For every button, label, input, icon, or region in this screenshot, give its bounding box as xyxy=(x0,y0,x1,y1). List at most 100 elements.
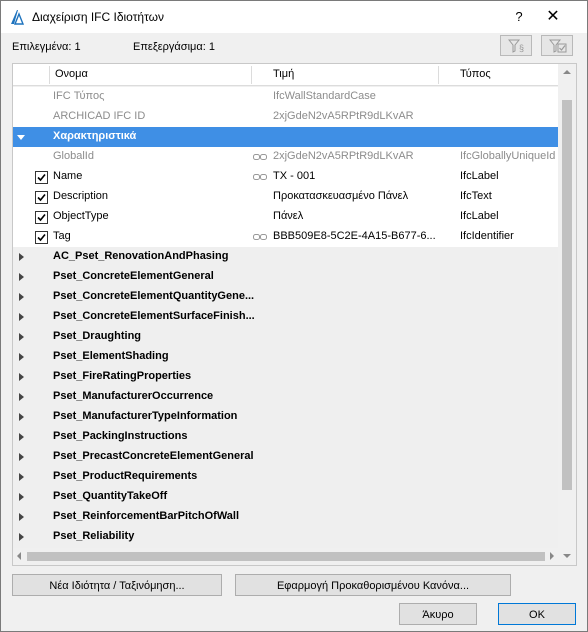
archicad-logo-icon xyxy=(11,10,25,25)
property-group-row[interactable]: Χαρακτηριστικά xyxy=(13,127,558,147)
scroll-left-icon[interactable] xyxy=(17,552,21,560)
expand-arrow-icon[interactable] xyxy=(19,293,24,301)
property-name: ARCHICAD IFC ID xyxy=(53,110,146,122)
vertical-scroll-thumb[interactable] xyxy=(562,100,572,490)
column-separator[interactable] xyxy=(438,66,439,84)
property-value[interactable]: TX - 001 xyxy=(273,170,453,182)
svg-text:§: § xyxy=(519,43,524,53)
collapse-arrow-icon[interactable] xyxy=(17,135,25,140)
expand-arrow-icon[interactable] xyxy=(19,513,24,521)
property-checkbox[interactable] xyxy=(35,191,48,204)
property-group-row[interactable]: Pset_ManufacturerTypeInformation xyxy=(13,407,558,427)
expand-arrow-icon[interactable] xyxy=(19,473,24,481)
property-group-row[interactable]: Pset_FireRatingProperties xyxy=(13,367,558,387)
property-group-row[interactable]: Pset_ManufacturerOccurrence xyxy=(13,387,558,407)
group-label: Pset_ElementShading xyxy=(53,350,169,362)
column-header-value[interactable]: Τιμή xyxy=(273,68,294,80)
property-row[interactable]: Description Προκατασκευασμένο Πάνελ IfcTex… xyxy=(13,187,558,207)
scroll-down-icon[interactable] xyxy=(563,554,571,558)
property-group-row[interactable]: Pset_ConcreteElementQuantityGene... xyxy=(13,287,558,307)
expand-arrow-icon[interactable] xyxy=(19,433,24,441)
property-group-row[interactable]: Pset_ElementShading xyxy=(13,347,558,367)
property-type: IfcLabel xyxy=(460,210,499,222)
property-group-row[interactable]: Pset_QuantityTakeOff xyxy=(13,487,558,507)
property-checkbox[interactable] xyxy=(35,171,48,184)
group-label: Pset_ConcreteElementQuantityGene... xyxy=(53,290,255,302)
expand-arrow-icon[interactable] xyxy=(19,533,24,541)
title-bar: Διαχείριση IFC Ιδιοτήτων ? ✕ xyxy=(1,1,587,33)
property-name: GlobalId xyxy=(53,150,94,162)
property-value[interactable]: Πάνελ xyxy=(273,210,453,222)
expand-arrow-icon[interactable] xyxy=(19,413,24,421)
property-group-row[interactable]: Pset_PackingInstructions xyxy=(13,427,558,447)
property-group-row[interactable]: Pset_ProductRequirements xyxy=(13,467,558,487)
column-header-name[interactable]: Ονομα xyxy=(55,68,88,80)
help-button[interactable]: ? xyxy=(508,7,530,27)
property-group-row[interactable]: Pset_ConcreteElementSurfaceFinish... xyxy=(13,307,558,327)
property-value[interactable]: Προκατασκευασμένο Πάνελ xyxy=(273,190,453,202)
property-row[interactable]: ARCHICAD IFC ID 2xjGdeN2vA5RPtR9dLKvAR xyxy=(13,107,558,127)
filter-settings-icon: § xyxy=(508,39,524,53)
apply-rule-button[interactable]: Εφαρμογή Προκαθορισμένου Κανόνα... xyxy=(235,574,511,596)
property-row[interactable]: IFC Τύπος IfcWallStandardCase xyxy=(13,87,558,107)
filter-checked-button[interactable] xyxy=(541,35,573,56)
property-group-row[interactable]: Pset_PrecastConcreteElementGeneral xyxy=(13,447,558,467)
cancel-button[interactable]: Άκυρο xyxy=(399,603,477,625)
group-label: Pset_PrecastConcreteElementGeneral xyxy=(53,450,254,462)
property-row[interactable]: GlobalId 2xjGdeN2vA5RPtR9dLKvAR IfcGloball… xyxy=(13,147,558,167)
property-type: IfcIdentifier xyxy=(460,230,514,242)
property-row[interactable]: Tag BBB509E8-5C2E-4A15-B677-6... IfcIdenti… xyxy=(13,227,558,247)
scroll-up-icon[interactable] xyxy=(563,70,571,74)
group-label: Pset_ProductRequirements xyxy=(53,470,198,482)
filter-settings-button[interactable]: § xyxy=(500,35,532,56)
column-separator[interactable] xyxy=(49,66,50,84)
property-name: IFC Τύπος xyxy=(53,90,105,102)
selected-count: Επιλεγμένα: 1 xyxy=(12,41,81,53)
expand-arrow-icon[interactable] xyxy=(19,493,24,501)
property-group-row[interactable]: AC_Pset_RenovationAndPhasing xyxy=(13,247,558,267)
scroll-right-icon[interactable] xyxy=(550,552,554,560)
window-title: Διαχείριση IFC Ιδιοτήτων xyxy=(32,10,165,24)
column-header-type[interactable]: Τύπος xyxy=(460,68,491,80)
horizontal-scrollbar[interactable] xyxy=(13,548,558,565)
editable-count: Επεξεργάσιμα: 1 xyxy=(133,41,215,53)
property-group-row[interactable]: Pset_ReinforcementBarPitchOfWall xyxy=(13,507,558,527)
property-value: IfcWallStandardCase xyxy=(273,90,376,102)
group-label: Χαρακτηριστικά xyxy=(53,130,137,142)
property-row[interactable]: ObjectType Πάνελ IfcLabel xyxy=(13,207,558,227)
property-group-row[interactable]: Pset_ConcreteElementGeneral xyxy=(13,267,558,287)
close-button[interactable]: ✕ xyxy=(542,7,564,27)
expand-arrow-icon[interactable] xyxy=(19,353,24,361)
expand-arrow-icon[interactable] xyxy=(19,453,24,461)
property-name: ObjectType xyxy=(53,210,109,222)
property-name: Name xyxy=(53,170,83,182)
property-type: IfcGloballyUniqueId xyxy=(460,150,556,162)
link-icon xyxy=(253,152,267,164)
expand-arrow-icon[interactable] xyxy=(19,373,24,381)
group-label: Pset_Reliability xyxy=(53,530,135,542)
property-row[interactable]: Name TX - 001 IfcLabel xyxy=(13,167,558,187)
property-type: IfcLabel xyxy=(460,170,499,182)
table-rows: IFC Τύπος IfcWallStandardCase ARCHICAD IFC… xyxy=(13,87,558,565)
ok-button[interactable]: OK xyxy=(498,603,576,625)
expand-arrow-icon[interactable] xyxy=(19,273,24,281)
vertical-scrollbar[interactable] xyxy=(558,64,576,565)
group-label: Pset_ConcreteElementSurfaceFinish... xyxy=(53,310,255,322)
expand-arrow-icon[interactable] xyxy=(19,313,24,321)
expand-arrow-icon[interactable] xyxy=(19,333,24,341)
property-value[interactable]: BBB509E8-5C2E-4A15-B677-6... xyxy=(273,230,453,242)
expand-arrow-icon[interactable] xyxy=(19,253,24,261)
property-checkbox[interactable] xyxy=(35,211,48,224)
new-property-button[interactable]: Νέα Ιδιότητα / Ταξινόμηση... xyxy=(12,574,222,596)
filter-checked-icon xyxy=(549,39,567,53)
horizontal-scroll-thumb[interactable] xyxy=(27,552,545,561)
expand-arrow-icon[interactable] xyxy=(19,393,24,401)
column-separator[interactable] xyxy=(251,66,252,84)
property-checkbox[interactable] xyxy=(35,231,48,244)
table-header: Ονομα Τιμή Τύπος xyxy=(13,64,558,86)
property-group-row[interactable]: Pset_Reliability xyxy=(13,527,558,547)
group-label: Pset_ReinforcementBarPitchOfWall xyxy=(53,510,240,522)
property-group-row[interactable]: Pset_Draughting xyxy=(13,327,558,347)
link-icon xyxy=(253,172,267,184)
properties-table: Ονομα Τιμή Τύπος IFC Τύπος IfcWallStandar… xyxy=(12,63,577,566)
